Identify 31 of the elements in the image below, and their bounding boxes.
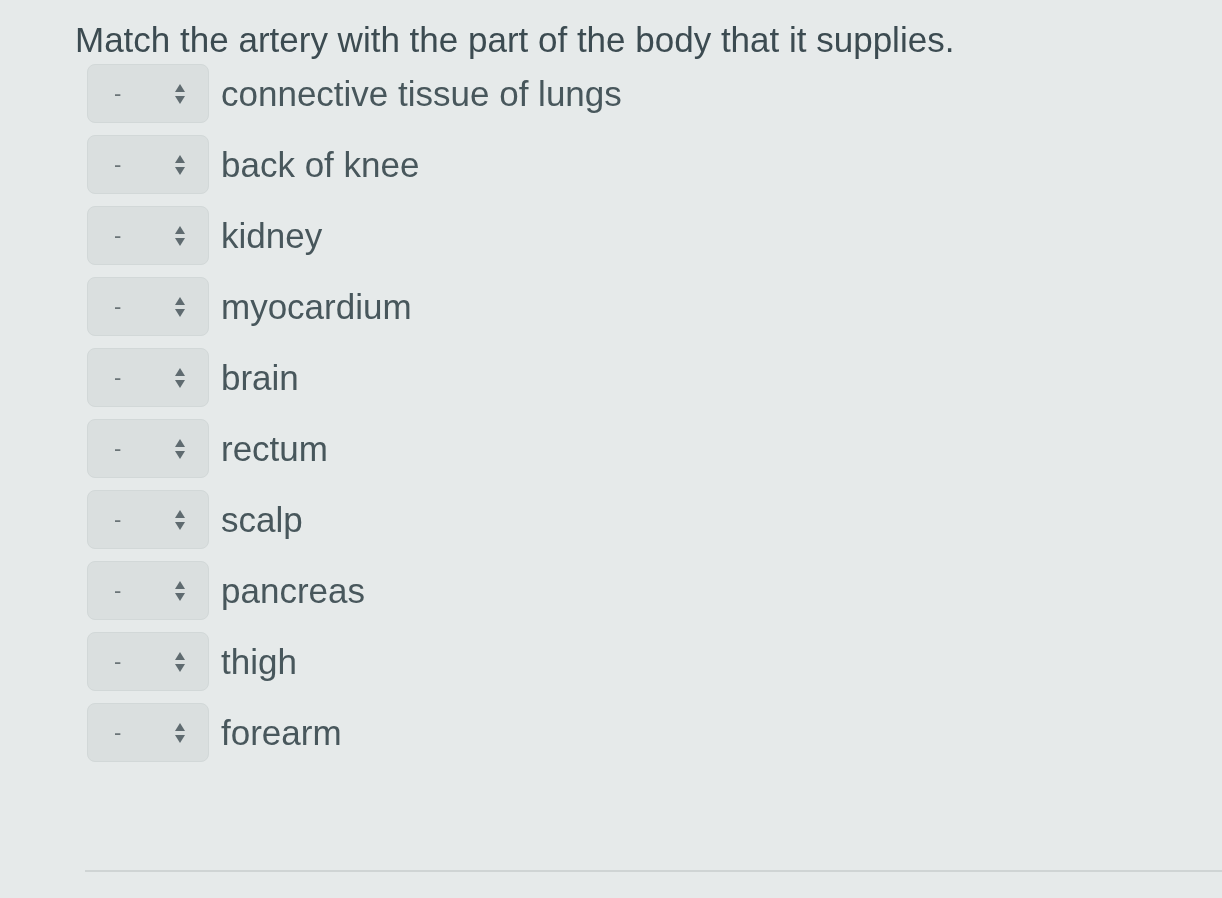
body-part-label: scalp: [221, 499, 303, 540]
body-part-label: thigh: [221, 641, 297, 682]
body-part-label: pancreas: [221, 570, 365, 611]
answer-dropdown[interactable]: -: [87, 490, 209, 549]
answer-dropdown[interactable]: -: [87, 632, 209, 691]
answer-dropdown[interactable]: -: [87, 135, 209, 194]
up-down-arrows-icon: [174, 224, 186, 247]
up-down-arrows-icon: [174, 437, 186, 460]
answer-dropdown[interactable]: -: [87, 703, 209, 762]
body-part-label: kidney: [221, 215, 323, 256]
body-part-label: brain: [221, 357, 299, 398]
up-down-arrows-icon: [174, 579, 186, 602]
body-part-label: back of knee: [221, 144, 420, 185]
up-down-arrows-icon: [174, 366, 186, 389]
body-part-label: rectum: [221, 428, 328, 469]
answer-dropdown[interactable]: -: [87, 419, 209, 478]
up-down-arrows-icon: [174, 650, 186, 673]
up-down-arrows-icon: [174, 721, 186, 744]
question-text: Match the artery with the part of the body that it supplies.: [75, 20, 956, 60]
answer-dropdown[interactable]: -: [87, 206, 209, 265]
answer-dropdown[interactable]: -: [87, 64, 209, 123]
body-part-label: myocardium: [221, 286, 412, 327]
up-down-arrows-icon: [174, 82, 186, 105]
body-part-label: forearm: [221, 712, 342, 753]
answer-dropdown[interactable]: -: [87, 348, 209, 407]
up-down-arrows-icon: [174, 295, 186, 318]
answer-dropdown[interactable]: -: [87, 277, 209, 336]
up-down-arrows-icon: [174, 153, 186, 176]
body-part-label: connective tissue of lungs: [221, 73, 622, 114]
answer-dropdown[interactable]: -: [87, 561, 209, 620]
up-down-arrows-icon: [174, 508, 186, 531]
